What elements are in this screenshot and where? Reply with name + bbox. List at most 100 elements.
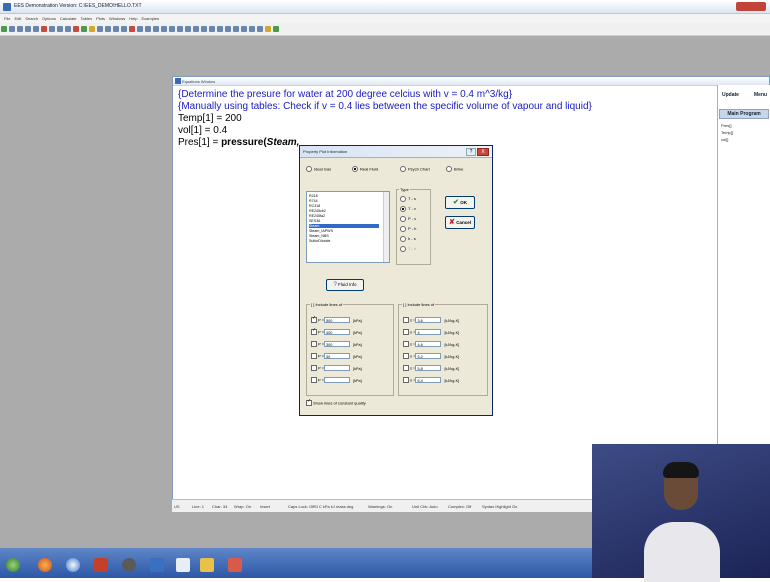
pressure-value-input[interactable] — [324, 365, 351, 371]
fluid-option[interactable]: Real Fluid — [352, 166, 378, 173]
fluid-list-item[interactable]: RE245cb2 — [309, 209, 379, 213]
toolbar-button-icon[interactable] — [153, 26, 159, 32]
quality-lines-option[interactable]: Show lines of constant quality — [306, 398, 366, 408]
toolbar-button-icon[interactable] — [25, 26, 31, 32]
toolbar-button-icon[interactable] — [41, 26, 47, 32]
plot-type-option[interactable]: T - s — [400, 196, 416, 202]
pressure-line-checkbox[interactable] — [311, 315, 317, 323]
toolbar-button-icon[interactable] — [81, 26, 87, 32]
quality-checkbox[interactable] — [306, 398, 312, 406]
equation-vol[interactable]: vol[1] = 0.4 — [178, 125, 227, 137]
fluid-list-item[interactable]: Steam_IAPWS — [309, 229, 379, 233]
menu-item[interactable]: Tables — [81, 16, 93, 21]
fluid-option-radio[interactable] — [446, 166, 452, 172]
entropy-value-input[interactable]: 5.8 — [415, 365, 442, 371]
menu-item[interactable]: Examples — [141, 16, 159, 21]
toolbar-button-icon[interactable] — [89, 26, 95, 32]
toolbar-button-icon[interactable] — [257, 26, 263, 32]
toolbar-button-icon[interactable] — [9, 26, 15, 32]
entropy-line-checkbox[interactable] — [403, 341, 409, 347]
pressure-value-input[interactable]: 30 — [324, 353, 351, 359]
property-plot-dialog[interactable]: Property Plot Information ? X Ideal Gas R… — [299, 145, 493, 416]
pressure-value-input[interactable] — [324, 377, 351, 383]
plot-type-option[interactable]: P - h — [400, 226, 416, 232]
pressure-value-input[interactable]: 500 — [324, 317, 351, 323]
fluid-list-item[interactable]: RE245fa2 — [309, 214, 379, 218]
fluid-option-radio[interactable] — [400, 166, 406, 172]
fluid-list-item[interactable]: Steam_NBS — [309, 234, 379, 238]
toolbar-button-icon[interactable] — [1, 26, 7, 32]
fluid-option-radio[interactable] — [306, 166, 312, 172]
firefox-icon[interactable] — [38, 558, 52, 572]
entropy-value-input[interactable]: 6.4 — [415, 377, 442, 383]
toolbar-button-icon[interactable] — [73, 26, 79, 32]
window-close-button[interactable] — [736, 2, 766, 11]
fluid-option[interactable]: Ideal Gas — [306, 166, 331, 173]
toolbar-button-icon[interactable] — [161, 26, 167, 32]
menu-item[interactable]: File — [4, 16, 10, 21]
toolbar-button-icon[interactable] — [33, 26, 39, 32]
toolbar-button-icon[interactable] — [65, 26, 71, 32]
fluid-option[interactable]: Psych Chart — [400, 166, 430, 173]
entropy-line-row[interactable]: s = 5.8 [kJ/kg-K] — [403, 365, 459, 373]
entropy-value-input[interactable]: 3.6 — [415, 317, 442, 323]
update-tab[interactable]: Update — [720, 91, 741, 102]
fluid-list-item[interactable]: SES36 — [309, 219, 379, 223]
toolbar-button-icon[interactable] — [185, 26, 191, 32]
toolbar-button-icon[interactable] — [57, 26, 63, 32]
equation-comment-1[interactable]: {Determine the presure for water at 200 … — [178, 89, 512, 101]
menu-item[interactable]: Search — [25, 16, 38, 21]
entropy-line-row[interactable]: s = 5.2 [kJ/kg-K] — [403, 353, 459, 361]
entropy-line-checkbox[interactable] — [403, 317, 409, 323]
dialog-close-button[interactable]: X — [477, 148, 489, 156]
plot-type-option[interactable]: h - s — [400, 236, 416, 242]
toolbar-button-icon[interactable] — [217, 26, 223, 32]
menu-item[interactable]: Windows — [109, 16, 125, 21]
pressure-line-checkbox[interactable] — [311, 365, 317, 371]
fluid-list-item[interactable]: Steam — [309, 224, 379, 228]
ok-button[interactable]: ✔ OK — [445, 196, 475, 209]
toolbar-button-icon[interactable] — [121, 26, 127, 32]
plot-type-option[interactable]: P - v — [400, 216, 416, 222]
entropy-value-input[interactable]: 5.2 — [415, 353, 442, 359]
pressure-line-checkbox[interactable] — [311, 377, 317, 383]
plot-type-radio[interactable] — [400, 226, 406, 232]
plot-type-option[interactable]: T - h — [400, 246, 416, 252]
toolbar-button-icon[interactable] — [97, 26, 103, 32]
toolbar-button-icon[interactable] — [193, 26, 199, 32]
plot-type-radio[interactable] — [400, 246, 406, 252]
toolbar-button-icon[interactable] — [105, 26, 111, 32]
equation-comment-2[interactable]: {Manually using tables: Check if v = 0.4… — [178, 101, 592, 113]
plot-type-option[interactable]: T - v — [400, 206, 416, 212]
toolbar-button-icon[interactable] — [145, 26, 151, 32]
pressure-line-checkbox[interactable] — [311, 353, 317, 359]
fluid-option[interactable]: Brine — [446, 166, 463, 173]
fluid-list-item[interactable]: RC318 — [309, 204, 379, 208]
toolbar-button-icon[interactable] — [233, 26, 239, 32]
entropy-line-checkbox[interactable] — [403, 329, 409, 335]
menu-item[interactable]: Plots — [96, 16, 105, 21]
pressure-value-input[interactable]: 300 — [324, 341, 351, 347]
plot-type-radio[interactable] — [400, 206, 406, 212]
entropy-line-row[interactable]: s = 4 [kJ/kg-K] — [403, 329, 459, 337]
ees-app-icon[interactable] — [228, 558, 242, 572]
menu-item[interactable]: Edit — [14, 16, 21, 21]
menu-item[interactable]: Options — [42, 16, 56, 21]
equation-temp[interactable]: Temp[1] = 200 — [178, 113, 242, 125]
start-orb-icon[interactable] — [6, 558, 20, 572]
fluid-list-item[interactable]: SulfurDioxide — [309, 239, 379, 243]
toolbar-button-icon[interactable] — [265, 26, 271, 32]
fluid-list[interactable]: R218 R744 RC318 RE245cb2 RE245fa2 SES36 Steam S… — [306, 191, 390, 263]
entropy-line-row[interactable]: s = 4.6 [kJ/kg-K] — [403, 341, 459, 349]
entropy-value-input[interactable]: 4.6 — [415, 341, 442, 347]
toolbar-button-icon[interactable] — [241, 26, 247, 32]
pressure-line-row[interactable]: P = 300 [kPa] — [311, 341, 362, 349]
toolbar-button-icon[interactable] — [201, 26, 207, 32]
entropy-line-row[interactable]: s = 6.4 [kJ/kg-K] — [403, 377, 459, 385]
toolbar-button-icon[interactable] — [177, 26, 183, 32]
app-icon-blue[interactable] — [150, 558, 164, 572]
toolbar-button-icon[interactable] — [129, 26, 135, 32]
help-button[interactable]: ? — [466, 148, 476, 156]
plot-type-radio[interactable] — [400, 216, 406, 222]
plot-type-radio[interactable] — [400, 196, 406, 202]
